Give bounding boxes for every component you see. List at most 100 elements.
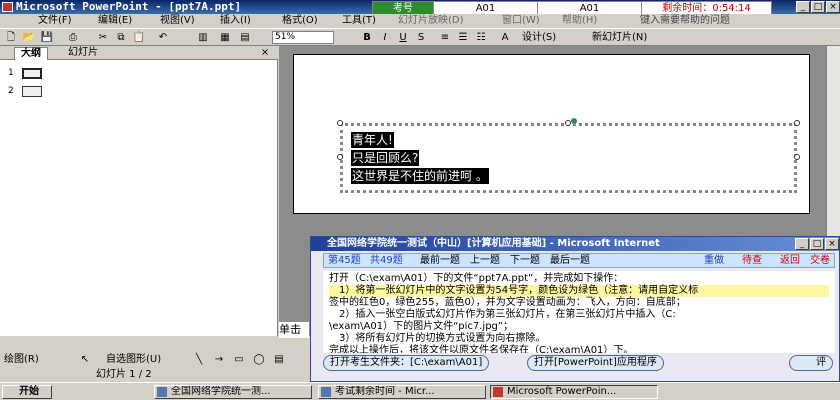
new-slide-button[interactable]: 新幻灯片(N) bbox=[592, 31, 647, 44]
font-color-icon[interactable]: A bbox=[498, 31, 512, 44]
start-button[interactable]: 开始 bbox=[2, 385, 52, 399]
menu-help[interactable]: 帮助(H) bbox=[562, 14, 597, 28]
copy-icon[interactable]: ⧉ bbox=[114, 31, 128, 44]
status-bar: 幻灯片 1 / 2 bbox=[0, 368, 310, 382]
question-line: 完成以上操作后，将该文件以原文件名保存在（C:\exam\A01）下。 bbox=[329, 345, 634, 353]
cut-icon[interactable]: ✂ bbox=[96, 31, 110, 44]
panel-tabs: 大纲 幻灯片 × bbox=[0, 46, 278, 60]
question-line: 2）插入一张空白版式幻灯片作为第三张幻灯片，在第三张幻灯片中插入（C: bbox=[339, 309, 676, 320]
slide-text-line-2[interactable]: 只是回顾么? bbox=[351, 150, 420, 166]
slide-thumbnail-2[interactable] bbox=[22, 86, 42, 97]
open-exam-folder-button[interactable]: 打开考生文件夹：[C:\exam\A01] bbox=[323, 355, 490, 371]
submit-button[interactable]: 交卷 bbox=[810, 254, 830, 267]
select-pointer-icon[interactable]: ↖ bbox=[78, 353, 92, 366]
next-question-button[interactable]: 下一题 bbox=[510, 254, 540, 267]
window-title: Microsoft PowerPoint - [ppt7A.ppt] bbox=[16, 0, 242, 13]
taskbar-item-exam[interactable]: 全国网络学院统一测... bbox=[154, 385, 312, 399]
autoshapes-menu[interactable]: 自选图形(U) bbox=[106, 353, 161, 366]
line-icon[interactable]: ╲ bbox=[192, 353, 206, 366]
open-icon[interactable]: 📂 bbox=[22, 31, 36, 44]
italic-icon[interactable]: I bbox=[378, 31, 392, 44]
bullets-icon[interactable]: ☷ bbox=[474, 31, 488, 44]
rectangle-icon[interactable]: ▭ bbox=[232, 353, 246, 366]
menu-slideshow[interactable]: 幻灯片放映(D) bbox=[398, 14, 464, 28]
question-content: 打开（C:\exam\A01）下的文件“ppt7A.ppt”，并完成如下操作： … bbox=[323, 271, 835, 353]
text-placeholder[interactable]: 青年人! 只是回顾么? 这世界是不住的前进呵 。 bbox=[337, 120, 800, 193]
first-question-button[interactable]: 最前一题 bbox=[420, 254, 460, 267]
minimize-button[interactable]: _ bbox=[796, 1, 810, 13]
drawing-toolbar: 绘图(R) ↖ 自选图形(U) ╲ → ▭ ◯ ▤ bbox=[0, 352, 310, 368]
menu-view[interactable]: 视图(V) bbox=[160, 14, 195, 28]
exam-maximize-button[interactable]: □ bbox=[810, 238, 824, 250]
question-line: 1）将第一张幻灯片中的文字设置为54号字，颜色设为绿色（注意：请用自定义标 bbox=[329, 285, 829, 297]
undo-icon[interactable]: ↶ bbox=[156, 31, 170, 44]
slide-text-line-1[interactable]: 青年人! bbox=[351, 132, 394, 148]
exam-window-title: 全国网络学院统一测试（中山）[计算机应用基础] - Microsoft Inte… bbox=[311, 237, 839, 251]
paste-icon[interactable]: 📋 bbox=[132, 31, 146, 44]
resize-handle[interactable] bbox=[337, 120, 343, 126]
close-button[interactable]: × bbox=[826, 1, 840, 13]
notes-pane[interactable]: 单击 bbox=[279, 322, 309, 338]
resize-handle[interactable] bbox=[794, 120, 800, 126]
bold-icon[interactable]: B bbox=[360, 31, 374, 44]
ie-icon bbox=[321, 387, 331, 397]
maximize-button[interactable]: □ bbox=[811, 1, 825, 13]
menu-format[interactable]: 格式(O) bbox=[282, 14, 318, 28]
table-icon[interactable]: ▦ bbox=[218, 31, 232, 44]
draw-menu[interactable]: 绘图(R) bbox=[4, 353, 39, 366]
exam-window: 全国网络学院统一测试（中山）[计算机应用基础] - Microsoft Inte… bbox=[310, 236, 840, 382]
redo-button[interactable]: 重做 bbox=[704, 254, 724, 267]
slide-canvas[interactable]: 青年人! 只是回顾么? 这世界是不住的前进呵 。 bbox=[293, 54, 810, 214]
print-icon[interactable]: ⎙ bbox=[66, 31, 80, 44]
save-icon[interactable]: 💾 bbox=[40, 31, 54, 44]
menu-insert[interactable]: 插入(I) bbox=[220, 14, 251, 28]
return-button[interactable]: 返回 bbox=[780, 254, 800, 267]
chart-icon[interactable]: ▥ bbox=[196, 31, 210, 44]
question-navigation: 第45题 共49题 最前一题 上一题 下一题 最后一题 重做 待查 返回 交卷 bbox=[323, 253, 835, 268]
taskbar-item-timer[interactable]: 考试剩余时间 - Micr... bbox=[318, 385, 486, 399]
tab-outline[interactable]: 大纲 bbox=[14, 47, 48, 60]
last-question-button[interactable]: 最后一题 bbox=[550, 254, 590, 267]
powerpoint-icon bbox=[2, 2, 13, 12]
menu-tools[interactable]: 工具(T) bbox=[342, 14, 376, 28]
menu-file[interactable]: 文件(F) bbox=[38, 14, 72, 28]
oval-icon[interactable]: ◯ bbox=[252, 353, 266, 366]
menu-edit[interactable]: 编辑(E) bbox=[98, 14, 132, 28]
resize-handle[interactable] bbox=[565, 120, 571, 126]
pending-button[interactable]: 待查 bbox=[742, 254, 762, 267]
slide-number-2: 2 bbox=[8, 86, 14, 96]
taskbar-item-powerpoint[interactable]: Microsoft PowerPoin... bbox=[490, 385, 658, 399]
open-powerpoint-button[interactable]: 打开[PowerPoint]应用程序 bbox=[527, 355, 664, 371]
grade-button[interactable]: 评 bbox=[789, 355, 833, 371]
resize-handle[interactable] bbox=[794, 154, 800, 160]
outline-panel: 大纲 幻灯片 × 1 2 bbox=[0, 46, 278, 336]
menu-window[interactable]: 窗口(W) bbox=[502, 14, 540, 28]
tab-slides[interactable]: 幻灯片 bbox=[62, 47, 104, 60]
taskbar-item-label: 全国网络学院统一测... bbox=[171, 386, 271, 397]
prev-question-button[interactable]: 上一题 bbox=[470, 254, 500, 267]
help-search-input[interactable]: 键入需要帮助的问题 bbox=[640, 14, 730, 28]
question-line: 3）将所有幻灯片的切换方式设置为向右擦除。 bbox=[339, 333, 546, 344]
arrow-icon[interactable]: → bbox=[212, 353, 226, 366]
taskbar-item-label: Microsoft PowerPoin... bbox=[507, 386, 617, 397]
slide-text-line-3[interactable]: 这世界是不住的前进呵 。 bbox=[351, 168, 489, 184]
taskbar: 开始 全国网络学院统一测... 考试剩余时间 - Micr... Microso… bbox=[0, 382, 840, 400]
new-icon[interactable]: 🗋 bbox=[4, 31, 18, 44]
powerpoint-icon bbox=[493, 387, 503, 397]
exam-close-button[interactable]: × bbox=[825, 238, 839, 250]
numbering-icon[interactable]: ☰ bbox=[456, 31, 470, 44]
slide-counter: 幻灯片 1 / 2 bbox=[96, 369, 152, 380]
textbox-icon[interactable]: ▤ bbox=[238, 31, 252, 44]
close-panel-icon[interactable]: × bbox=[258, 46, 272, 59]
slide-thumbnail-1[interactable] bbox=[22, 68, 42, 79]
resize-handle[interactable] bbox=[337, 154, 343, 160]
shadow-icon[interactable]: S bbox=[414, 31, 428, 44]
design-button[interactable]: 设计(S) bbox=[522, 31, 556, 44]
question-line: 打开（C:\exam\A01）下的文件“ppt7A.ppt”，并完成如下操作： bbox=[329, 273, 624, 284]
zoom-select[interactable]: 51% bbox=[272, 31, 334, 44]
underline-icon[interactable]: U bbox=[396, 31, 410, 44]
exam-minimize-button[interactable]: _ bbox=[795, 238, 809, 250]
textbox-tool-icon[interactable]: ▤ bbox=[272, 353, 286, 366]
align-left-icon[interactable]: ≡ bbox=[438, 31, 452, 44]
question-line: \exam\A01）下的图片文件“pic7.jpg”； bbox=[329, 321, 514, 332]
